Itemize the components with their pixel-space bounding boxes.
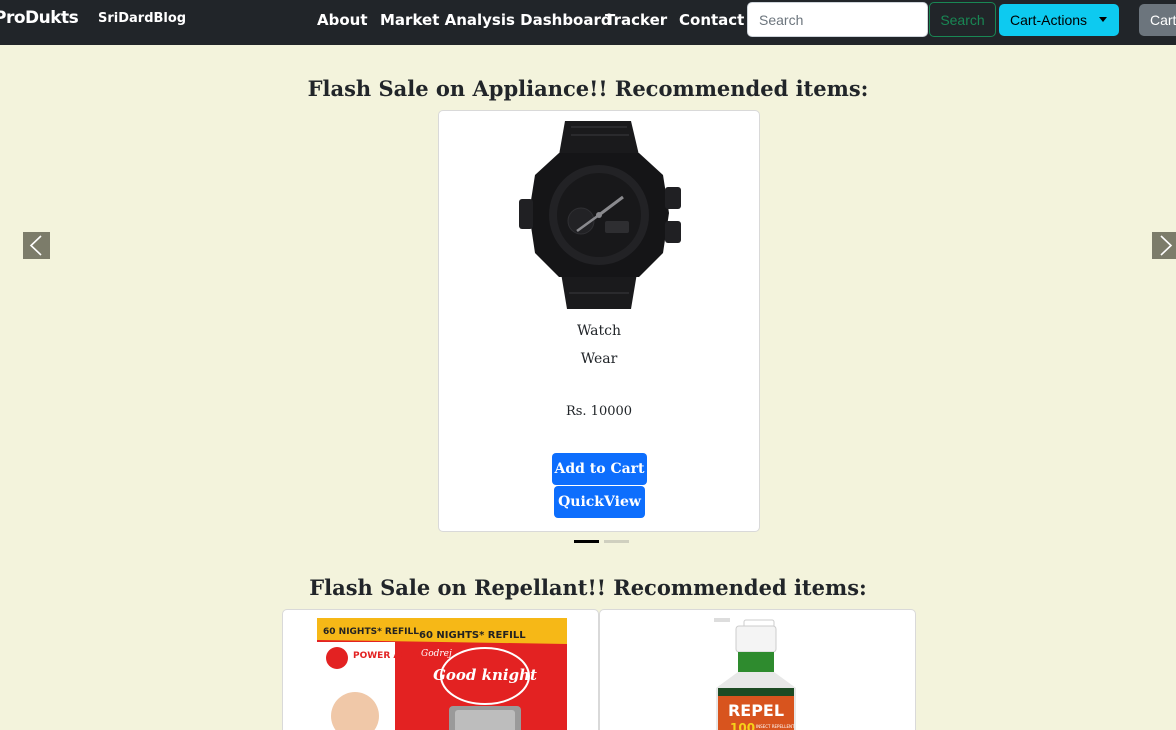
search-input[interactable] <box>747 2 928 37</box>
carousel-indicator-2[interactable] <box>604 540 629 543</box>
product-card: 60 NIGHTS* REFILL 60 NIGHTS* REFILL POWE… <box>282 609 599 730</box>
repellant-section-title: Flash Sale on Repellant!! Recommended it… <box>309 575 867 600</box>
repel-100-text: 100 <box>730 721 755 730</box>
carousel-prev-button[interactable] <box>23 232 50 259</box>
product-card: REPEL 100 INSECT REPELLENT <box>599 609 916 730</box>
add-to-cart-button[interactable]: Add to Cart <box>552 453 647 485</box>
search-button[interactable]: Search <box>929 2 996 37</box>
product-card: Watch Wear Rs. 10000 Add to Cart QuickVi… <box>438 110 760 532</box>
good-knight-brand-text: Good knight <box>433 666 537 684</box>
blog-link[interactable]: SriDardBlog <box>98 11 186 26</box>
brand-logo[interactable]: ProDukts <box>0 8 79 28</box>
carousel-next-button[interactable] <box>1152 232 1176 259</box>
good-knight-product-image: 60 NIGHTS* REFILL 60 NIGHTS* REFILL POWE… <box>317 618 567 730</box>
cart-actions-label: Cart-Actions <box>1010 12 1088 28</box>
cart-actions-dropdown[interactable]: Cart-Actions <box>999 4 1119 36</box>
repel-brand-text: REPEL <box>728 701 784 720</box>
chevron-right-icon <box>1160 235 1173 256</box>
godrej-label: Godrej <box>421 649 452 659</box>
nav-link-market-analysis[interactable]: Market Analysis Dashboard <box>380 11 612 29</box>
product-name: Watch <box>576 323 621 339</box>
refill-label-1: 60 NIGHTS* REFILL <box>323 627 419 637</box>
product-price: Rs. 10000 <box>565 404 633 419</box>
caret-down-icon <box>1099 17 1107 22</box>
carousel-indicator-1[interactable] <box>574 540 599 543</box>
nav-link-about[interactable]: About <box>317 11 368 29</box>
appliance-section-title: Flash Sale on Appliance!! Recommended it… <box>307 76 869 101</box>
quickview-button[interactable]: QuickView <box>554 486 645 518</box>
refill-label-2: 60 NIGHTS* REFILL <box>419 630 526 641</box>
power-activ-label: POWER ACTIV+ <box>353 651 431 661</box>
navbar: ProDukts SriDardBlog About Market Analys… <box>0 0 1176 45</box>
insect-repellent-text: INSECT REPELLENT <box>756 724 795 729</box>
repel-product-image: REPEL 100 INSECT REPELLENT <box>714 618 796 730</box>
watch-product-image <box>519 121 681 309</box>
product-category: Wear <box>580 351 618 367</box>
cart-button[interactable]: Cart <box>1139 4 1176 36</box>
nav-link-contact[interactable]: Contact <box>679 11 744 29</box>
nav-link-tracker[interactable]: Tracker <box>605 11 667 29</box>
chevron-left-icon <box>29 235 42 256</box>
